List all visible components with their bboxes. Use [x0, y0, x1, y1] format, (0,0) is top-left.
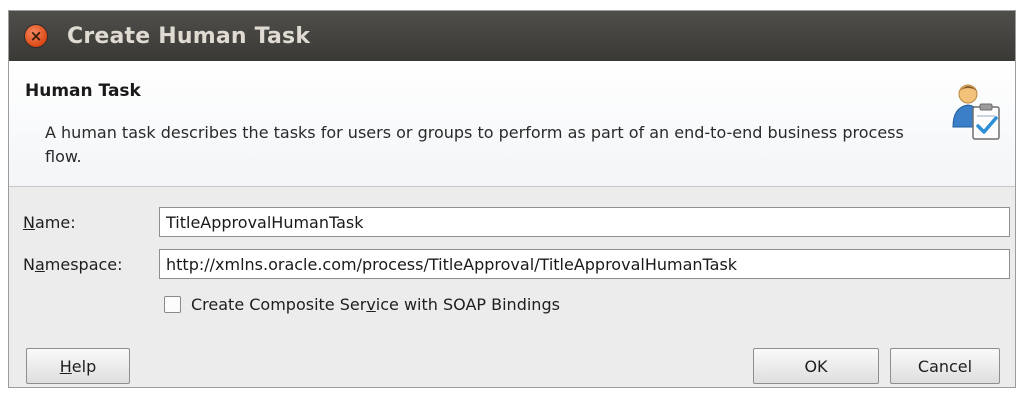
title-bar[interactable]: × Create Human Task [9, 11, 1015, 61]
namespace-row: Namespace: [9, 249, 1015, 281]
create-human-task-dialog: × Create Human Task Human Task A human t… [8, 10, 1016, 388]
dialog-title: Create Human Task [67, 23, 311, 49]
name-label: Name: [23, 213, 76, 232]
header-description: A human task describes the tasks for use… [45, 123, 904, 166]
help-button[interactable]: Help [26, 348, 130, 384]
user-task-icon [952, 84, 1000, 140]
cancel-button[interactable]: Cancel [890, 348, 1000, 384]
close-icon[interactable]: × [25, 25, 47, 47]
composite-service-checkbox[interactable] [164, 296, 181, 313]
namespace-label: Namespace: [23, 255, 123, 274]
composite-service-option[interactable]: Create Composite Service with SOAP Bindi… [164, 295, 560, 314]
composite-service-label[interactable]: Create Composite Service with SOAP Bindi… [191, 295, 560, 314]
name-row: Name: [9, 207, 1015, 239]
namespace-field[interactable] [159, 249, 1010, 279]
header-panel: Human Task A human task describes the ta… [9, 61, 1015, 187]
ok-button[interactable]: OK [753, 348, 879, 384]
name-field[interactable] [159, 207, 1010, 237]
header-title: Human Task [25, 81, 141, 101]
